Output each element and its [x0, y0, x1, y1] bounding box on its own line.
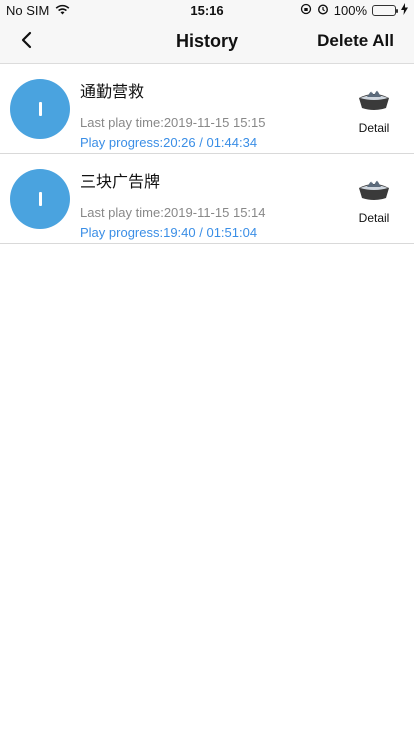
item-title: 通勤营救 [80, 84, 145, 101]
battery-icon [372, 5, 398, 16]
last-play-time: Last play time:2019-11-15 15:14 [80, 205, 266, 220]
detail-button[interactable]: Detail [354, 176, 394, 226]
play-progress: Play progress:19:40 / 01:51:04 [80, 225, 258, 240]
delete-all-button[interactable]: Delete All [317, 31, 394, 51]
alarm-icon [317, 3, 329, 18]
pause-icon [38, 102, 42, 116]
pause-icon [38, 192, 42, 206]
history-item[interactable]: 通勤营救 Last play time:2019-11-15 15:15 Pla… [0, 64, 414, 154]
item-title: 三块广告牌 [80, 174, 161, 191]
detail-button[interactable]: Detail [354, 86, 394, 136]
detail-icon [357, 176, 391, 207]
avatar [10, 169, 70, 229]
history-list: 通勤营救 Last play time:2019-11-15 15:15 Pla… [0, 64, 414, 244]
play-progress: Play progress:20:26 / 01:44:34 [80, 135, 258, 150]
avatar [10, 79, 70, 139]
nav-bar: History Delete All [0, 20, 414, 64]
last-play-time: Last play time:2019-11-15 15:15 [80, 115, 266, 130]
detail-label: Detail [358, 211, 390, 225]
detail-icon [357, 86, 391, 117]
battery-percent: 100% [333, 3, 367, 18]
history-item[interactable]: 三块广告牌 Last play time:2019-11-15 15:14 Pl… [0, 154, 414, 244]
detail-label: Detail [358, 121, 390, 135]
status-right: 100% [300, 3, 408, 18]
orientation-lock-icon [300, 3, 312, 18]
charging-icon [401, 3, 408, 18]
status-bar: No SIM 15:16 100% [0, 0, 414, 20]
